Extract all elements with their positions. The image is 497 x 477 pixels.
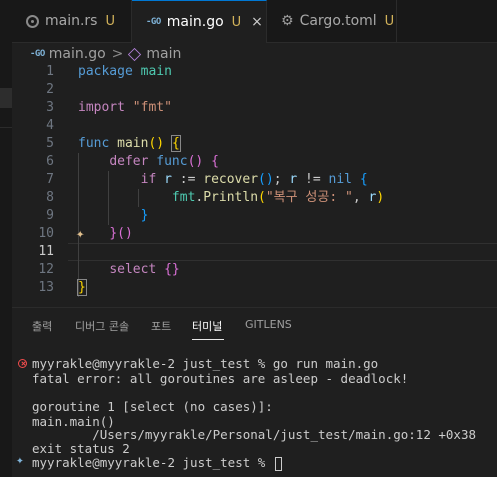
sparkle-icon[interactable]: ✦ bbox=[16, 453, 24, 468]
tab-cargo-toml[interactable]: ⚙ Cargo.toml U bbox=[267, 0, 397, 42]
line-number: 1 bbox=[46, 64, 54, 79]
breadcrumb: -GO main.go > main bbox=[12, 43, 497, 65]
editor-tab-bar: main.rs U -GO main.go U × ⚙ Cargo.toml U bbox=[12, 0, 497, 43]
line-number: 9 bbox=[46, 208, 54, 223]
brace: { bbox=[211, 154, 219, 169]
tab-label: Cargo.toml bbox=[299, 13, 377, 29]
code-editor[interactable]: 1 package main 2 3 import "fmt" 4 5 func… bbox=[12, 63, 497, 299]
brace: } bbox=[109, 226, 118, 241]
activity-strip bbox=[0, 0, 12, 477]
keyword: func bbox=[78, 136, 110, 151]
terminal-line: goroutine 1 [select (no cases)]: bbox=[32, 399, 273, 414]
line-number: 6 bbox=[46, 154, 54, 169]
operator: != bbox=[297, 172, 329, 187]
tab-main-rs[interactable]: main.rs U bbox=[12, 0, 132, 42]
braces: {} bbox=[164, 262, 180, 277]
code-line-4: 4 bbox=[12, 117, 497, 135]
tab-ports[interactable]: 포트 bbox=[151, 318, 171, 334]
keyword: defer bbox=[109, 154, 149, 169]
parens: () bbox=[187, 154, 204, 169]
code-line-6: 6 defer func() { bbox=[12, 153, 497, 171]
go-icon: -GO bbox=[30, 49, 45, 59]
code-line-7: 7 if r := recover(); r != nil { bbox=[12, 171, 497, 189]
keyword: package bbox=[78, 64, 133, 79]
identifier: main bbox=[132, 64, 172, 79]
brace: { bbox=[359, 172, 368, 187]
terminal-line: fatal error: all goroutines are asleep -… bbox=[32, 371, 409, 386]
paren: ( bbox=[258, 190, 266, 205]
parens: () bbox=[258, 172, 274, 187]
tab-terminal[interactable]: 터미널 bbox=[192, 318, 222, 334]
keyword: func bbox=[156, 154, 188, 169]
parens: () bbox=[117, 226, 133, 241]
code-line-9: 9 } bbox=[12, 207, 497, 225]
error-decoration-icon[interactable] bbox=[18, 359, 27, 368]
tab-main-go[interactable]: -GO main.go U × bbox=[132, 0, 267, 43]
code-line-10: 10 ✦ }() bbox=[12, 225, 497, 243]
panel-tab-bar: 출력 디버그 콘솔 포트 터미널 GITLENS bbox=[12, 308, 497, 344]
untracked-badge: U bbox=[105, 13, 115, 29]
variable: r bbox=[289, 172, 298, 187]
divider bbox=[0, 127, 12, 128]
rust-icon bbox=[26, 14, 39, 28]
line-number: 8 bbox=[46, 190, 54, 205]
untracked-badge: U bbox=[384, 13, 395, 29]
keyword: if bbox=[140, 172, 157, 187]
brace: } bbox=[140, 208, 149, 223]
string-literal: "fmt" bbox=[132, 100, 172, 115]
line-number: 10 bbox=[38, 226, 54, 241]
brace: { bbox=[170, 135, 181, 152]
go-icon: -GO bbox=[146, 17, 161, 27]
code-line-5: 5 func main() { bbox=[12, 135, 497, 153]
package-name: fmt bbox=[171, 190, 196, 205]
operator: := bbox=[171, 172, 204, 187]
terminal-prompt-line: myyrakle@myyrakle-2 just_test % bbox=[32, 455, 282, 471]
tab-label: main.rs bbox=[45, 13, 98, 29]
breadcrumb-separator: > bbox=[111, 46, 124, 62]
function-name: Println bbox=[203, 190, 259, 205]
code-line-13: 13 } bbox=[12, 279, 497, 297]
function-name: main bbox=[117, 136, 149, 151]
tab-output[interactable]: 출력 bbox=[32, 318, 52, 334]
keyword: nil bbox=[328, 172, 352, 187]
brace: } bbox=[77, 279, 87, 296]
line-number: 3 bbox=[46, 100, 54, 115]
function-name: recover bbox=[203, 172, 259, 187]
code-line-2: 2 bbox=[12, 81, 497, 99]
terminal-prompt: myyrakle@myyrakle-2 just_test % bbox=[32, 455, 273, 470]
terminal-cursor bbox=[274, 456, 282, 471]
terminal-line: myyrakle@myyrakle-2 just_test % go run m… bbox=[32, 356, 379, 371]
parens: () bbox=[148, 136, 165, 151]
tab-debug-console[interactable]: 디버그 콘솔 bbox=[75, 318, 129, 334]
explorer-highlight bbox=[0, 88, 12, 108]
close-icon[interactable]: × bbox=[251, 14, 263, 30]
code-line-12: 12 select {} bbox=[12, 261, 497, 279]
code-line-3: 3 import "fmt" bbox=[12, 99, 497, 117]
string-literal: "복구 성공: " bbox=[265, 190, 353, 205]
keyword: import bbox=[78, 100, 125, 115]
operator: , bbox=[352, 190, 369, 205]
line-number: 2 bbox=[46, 82, 54, 97]
breadcrumb-file[interactable]: main.go bbox=[49, 46, 106, 62]
operator: ; bbox=[273, 172, 290, 187]
active-tab-indicator bbox=[192, 339, 224, 340]
variable: r bbox=[164, 172, 172, 187]
code-line-1: 1 package main bbox=[12, 63, 497, 81]
code-line-11: 11 bbox=[12, 243, 497, 261]
paren: ) bbox=[376, 190, 385, 205]
tab-label: main.go bbox=[166, 14, 224, 30]
code-line-8: 8 fmt.Println("복구 성공: ", r) bbox=[12, 189, 497, 207]
line-number: 5 bbox=[46, 136, 54, 151]
line-number: 7 bbox=[46, 172, 54, 187]
line-number: 13 bbox=[38, 280, 54, 295]
symbol-icon bbox=[128, 47, 142, 61]
line-number: 4 bbox=[46, 118, 54, 133]
gear-icon: ⚙ bbox=[281, 13, 294, 29]
line-number: 12 bbox=[38, 262, 54, 277]
untracked-badge: U bbox=[231, 14, 242, 30]
tab-gitlens[interactable]: GITLENS bbox=[245, 318, 292, 331]
breadcrumb-symbol[interactable]: main bbox=[146, 46, 181, 62]
line-number: 11 bbox=[38, 244, 54, 259]
keyword: select bbox=[109, 262, 157, 277]
